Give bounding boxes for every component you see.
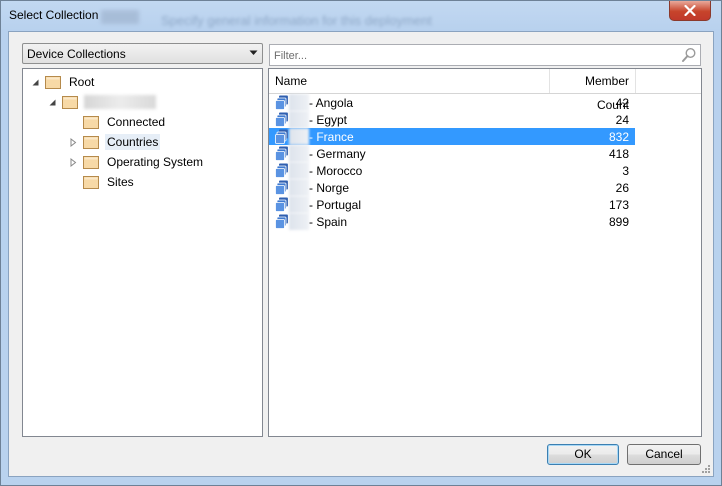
row-name: - Germany [309,147,366,161]
search-icon[interactable] [681,47,697,63]
filter-field[interactable] [269,44,701,66]
dialog-body: Device Collections Root Connected Countr… [8,31,714,477]
tree-node-site[interactable] [48,93,156,111]
list-row[interactable]: - Egypt 24 [269,111,635,128]
redacted-prefix [289,162,309,179]
close-icon [684,5,696,16]
tree-node-sites[interactable]: Sites [83,173,136,191]
collection-icon [275,214,288,229]
collection-icon [275,146,288,161]
list-row[interactable]: - Germany 418 [269,145,635,162]
chevron-down-icon [249,50,258,55]
tree-node-label: Operating System [107,155,204,169]
collection-icon [275,112,288,127]
row-name: - Angola [309,96,354,110]
tree-node-connected[interactable]: Connected [83,113,167,131]
row-name: - Spain [309,215,348,229]
row-member-count: 832 [608,130,629,144]
collection-type-value: Device Collections [27,47,126,61]
collection-icon [275,180,288,195]
list-row[interactable]: - Spain 899 [269,213,635,230]
collapsed-arrow-icon[interactable] [69,138,78,147]
row-member-count: 418 [608,147,629,161]
tree-node-label: Root [69,75,95,89]
row-name: - Portugal [309,198,362,212]
redacted-prefix [289,145,309,162]
folder-icon [45,75,61,89]
row-member-count: 3 [622,164,629,178]
cancel-button[interactable]: Cancel [627,444,701,465]
expanded-arrow-icon[interactable] [48,98,57,107]
background-window-graphic [101,10,139,24]
expanded-arrow-icon[interactable] [31,78,40,87]
row-name: - Norge [309,181,350,195]
tree-node-label: Sites [107,175,134,189]
list-row[interactable]: - Norge 26 [269,179,635,196]
list-row[interactable]: - Angola 42 [269,94,635,111]
row-member-count: 899 [608,215,629,229]
list-header: Name Member Count [269,69,701,112]
list-row[interactable]: - Portugal 173 [269,196,635,213]
folder-icon [62,95,78,109]
row-member-count: 42 [615,96,629,110]
redacted-prefix [289,196,309,213]
column-header-member-count[interactable]: Member Count [550,69,636,112]
select-collection-dialog: Select Collection Specify general inform… [0,0,722,486]
collection-type-dropdown[interactable]: Device Collections [22,43,263,64]
resize-grip-icon[interactable] [701,464,711,474]
row-name: - Morocco [309,164,363,178]
row-member-count: 26 [615,181,629,195]
tree-node-operating-system[interactable]: Operating System [69,153,205,171]
tree-node-countries[interactable]: Countries [69,133,161,151]
filter-input[interactable] [272,47,676,65]
redacted-prefix [289,179,309,196]
ok-button[interactable]: OK [547,444,619,465]
column-header-name[interactable]: Name [269,69,550,93]
collection-list[interactable]: Name Member Count - Angola 42- Egypt 24- F… [268,68,702,437]
redacted-prefix [289,213,309,230]
close-button[interactable] [669,1,711,21]
list-row[interactable]: - Morocco 3 [269,162,635,179]
folder-icon [83,115,99,129]
collection-icon [275,197,288,212]
row-member-count: 173 [608,198,629,212]
folder-icon [83,175,99,189]
tree-node-label: Connected [107,115,166,129]
folder-icon [83,155,99,169]
redacted-prefix [289,111,309,128]
tree-node-label: Countries [105,134,161,150]
collection-icon [275,163,288,178]
title-bar[interactable]: Select Collection Specify general inform… [1,1,721,31]
redacted-prefix [289,128,309,145]
row-name: - Egypt [309,113,348,127]
collapsed-arrow-icon[interactable] [69,158,78,167]
row-name: - France [309,130,354,144]
collection-icon [275,129,288,144]
list-row[interactable]: - France 832 [269,128,635,145]
folder-icon [83,135,99,149]
tree-node-root[interactable]: Root [31,73,96,91]
background-window-caption: Specify general information for this dep… [161,13,432,28]
collection-icon [275,95,288,110]
collection-tree[interactable]: Root Connected Countries Operating Syste… [22,68,263,437]
redacted-site-name [84,95,156,109]
redacted-prefix [289,94,309,111]
dialog-title: Select Collection [9,8,99,22]
row-member-count: 24 [615,113,629,127]
